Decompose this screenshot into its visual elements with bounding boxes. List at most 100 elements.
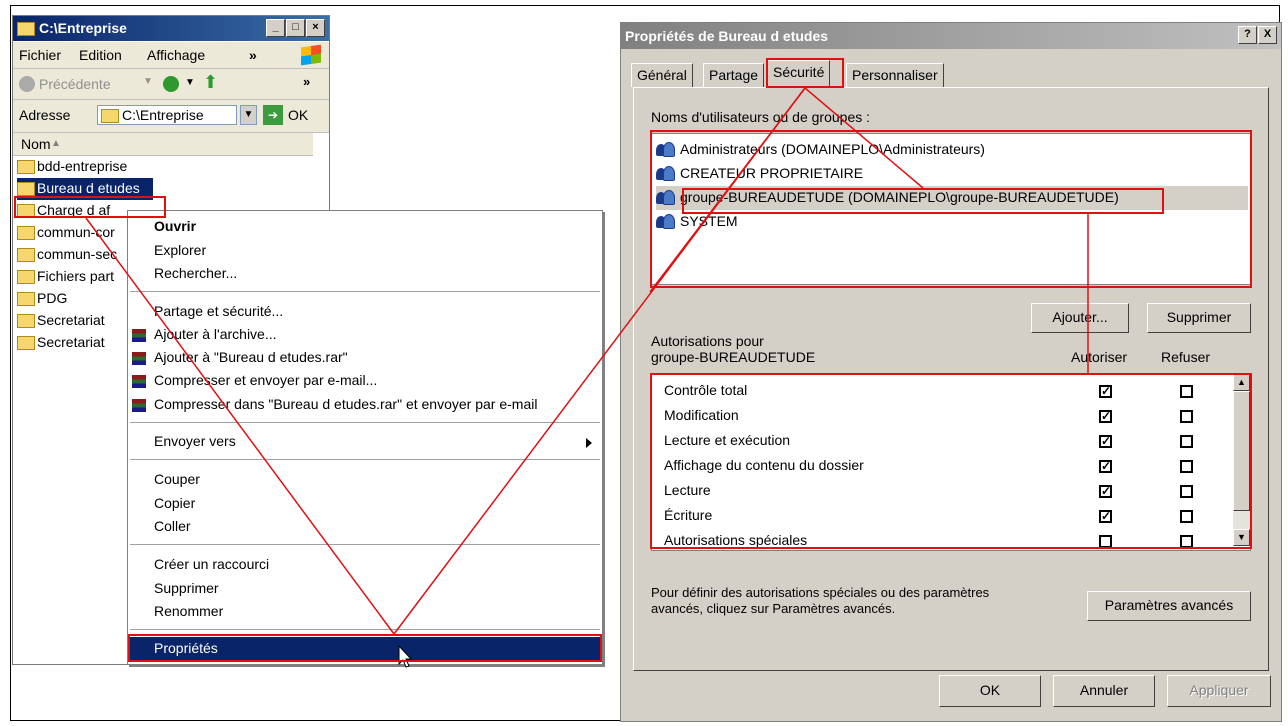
address-dropdown-icon[interactable]: ▼ bbox=[240, 105, 257, 125]
menu-item-send-to[interactable]: Envoyer vers bbox=[154, 433, 602, 455]
explorer-titlebar[interactable]: C:\Entreprise _ □ × bbox=[13, 16, 329, 41]
menu-item-properties[interactable]: Propriétés bbox=[129, 637, 601, 661]
tab-general[interactable]: Général bbox=[631, 63, 693, 87]
perms-for-label: Autorisations pour bbox=[651, 333, 764, 349]
deny-checkbox[interactable] bbox=[1180, 460, 1193, 473]
close-button[interactable]: × bbox=[306, 19, 325, 37]
address-input[interactable]: C:\Entreprise bbox=[97, 105, 237, 125]
permission-name: Lecture et exécution bbox=[664, 432, 791, 448]
forward-arrow-icon[interactable] bbox=[163, 76, 179, 92]
allow-checkbox[interactable]: ✓ bbox=[1099, 460, 1112, 473]
menu-item-compress-email[interactable]: Compresser et envoyer par e-mail... bbox=[132, 372, 377, 394]
folder-icon bbox=[17, 182, 35, 196]
menu-item-paste[interactable]: Coller bbox=[154, 518, 191, 540]
folder-icon bbox=[17, 270, 35, 284]
remove-button[interactable]: Supprimer bbox=[1147, 303, 1251, 333]
permissions-scrollbar[interactable]: ▲ ▼ bbox=[1233, 374, 1250, 546]
folder-icon bbox=[101, 109, 119, 123]
windows-logo-icon bbox=[301, 44, 321, 66]
context-menu: Ouvrir Explorer Rechercher... Partage et… bbox=[127, 210, 603, 665]
allow-checkbox[interactable]: ✓ bbox=[1099, 410, 1112, 423]
permission-name: Contrôle total bbox=[664, 382, 748, 398]
menu-item-add-rar[interactable]: Ajouter à "Bureau d etudes.rar" bbox=[132, 349, 348, 371]
allow-checkbox[interactable]: ✓ bbox=[1099, 385, 1112, 398]
add-button[interactable]: Ajouter... bbox=[1031, 303, 1129, 333]
menu-more-chevron[interactable]: » bbox=[249, 47, 257, 63]
advanced-settings-button[interactable]: Paramètres avancés bbox=[1087, 591, 1251, 621]
allow-checkbox[interactable] bbox=[1099, 535, 1112, 548]
close-button[interactable]: X bbox=[1258, 26, 1277, 44]
allow-checkbox[interactable]: ✓ bbox=[1099, 510, 1112, 523]
tab-security[interactable]: Sécurité bbox=[767, 60, 831, 88]
deny-checkbox[interactable] bbox=[1180, 485, 1193, 498]
menu-item-explore[interactable]: Explorer bbox=[154, 242, 206, 264]
list-item-user[interactable]: SYSTEM bbox=[656, 210, 1248, 234]
address-label: Adresse bbox=[19, 107, 71, 123]
column-header-name[interactable]: Nom ▲ bbox=[13, 133, 313, 156]
allow-checkbox[interactable]: ✓ bbox=[1099, 485, 1112, 498]
tab-customize[interactable]: Personnaliser bbox=[846, 63, 944, 87]
list-item-user[interactable]: CREATEUR PROPRIETAIRE bbox=[656, 162, 1248, 186]
user-group-icon bbox=[656, 165, 675, 181]
user-group-icon bbox=[656, 213, 675, 229]
folder-icon bbox=[17, 336, 35, 350]
ok-button[interactable]: OK bbox=[939, 675, 1041, 707]
folder-icon bbox=[17, 22, 35, 36]
tab-sharing[interactable]: Partage bbox=[703, 63, 765, 87]
menu-affichage[interactable]: Affichage bbox=[147, 47, 205, 63]
explorer-menubar: Fichier Edition Affichage » bbox=[13, 42, 329, 69]
menu-item-copy[interactable]: Copier bbox=[154, 495, 195, 517]
menu-item-compress-rar-email[interactable]: Compresser dans "Bureau d etudes.rar" et… bbox=[132, 396, 537, 418]
maximize-button[interactable]: □ bbox=[286, 19, 305, 37]
deny-checkbox[interactable] bbox=[1180, 435, 1193, 448]
list-item-user[interactable]: Administrateurs (DOMAINEPLO\Administrate… bbox=[656, 138, 1248, 162]
permission-row: Lecture et exécution ✓ bbox=[664, 432, 1230, 457]
help-button[interactable]: ? bbox=[1238, 26, 1257, 44]
menu-item-open[interactable]: Ouvrir bbox=[154, 218, 196, 240]
folder-icon bbox=[17, 204, 35, 218]
deny-checkbox[interactable] bbox=[1180, 385, 1193, 398]
menu-item-rename[interactable]: Renommer bbox=[154, 603, 223, 625]
menu-item-create-shortcut[interactable]: Créer un raccourci bbox=[154, 556, 269, 578]
menu-item-cut[interactable]: Couper bbox=[154, 471, 200, 493]
menu-fichier[interactable]: Fichier bbox=[19, 47, 61, 63]
list-item-user-selected[interactable]: groupe-BUREAUDETUDE (DOMAINEPLO\groupe-B… bbox=[656, 186, 1248, 210]
apply-button[interactable]: Appliquer bbox=[1167, 675, 1271, 707]
perms-for-group: groupe-BUREAUDETUDE bbox=[651, 349, 816, 365]
deny-column-label: Refuser bbox=[1161, 349, 1211, 365]
deny-checkbox[interactable] bbox=[1180, 410, 1193, 423]
submenu-arrow-icon bbox=[586, 438, 592, 448]
forward-dropdown-icon[interactable]: ▼ bbox=[185, 77, 195, 88]
folder-icon bbox=[17, 160, 35, 174]
cancel-button[interactable]: Annuler bbox=[1053, 675, 1155, 707]
menu-item-delete[interactable]: Supprimer bbox=[154, 580, 219, 602]
permission-name: Autorisations spéciales bbox=[664, 532, 808, 548]
scroll-down-icon[interactable]: ▼ bbox=[1233, 529, 1250, 546]
list-item-selected[interactable]: Bureau d etudes bbox=[17, 178, 153, 200]
scroll-thumb[interactable] bbox=[1233, 391, 1250, 511]
menu-separator bbox=[130, 291, 600, 293]
minimize-button[interactable]: _ bbox=[266, 19, 285, 37]
scroll-up-icon[interactable]: ▲ bbox=[1233, 374, 1250, 391]
menu-item-add-archive[interactable]: Ajouter à l'archive... bbox=[132, 326, 277, 348]
advanced-description-line1: Pour définir des autorisations spéciales… bbox=[651, 585, 990, 600]
dialog-titlebar[interactable]: Propriétés de Bureau d etudes ? X bbox=[621, 23, 1281, 49]
folder-up-icon[interactable]: ⬆ bbox=[203, 72, 218, 93]
deny-checkbox[interactable] bbox=[1180, 510, 1193, 523]
menu-item-sharing-security[interactable]: Partage et sécurité... bbox=[154, 303, 283, 325]
back-arrow-icon[interactable] bbox=[19, 76, 35, 92]
folder-icon bbox=[17, 226, 35, 240]
toolbar-more-chevron[interactable]: » bbox=[303, 74, 310, 89]
allow-checkbox[interactable]: ✓ bbox=[1099, 435, 1112, 448]
back-dropdown-icon[interactable]: ▼ bbox=[143, 76, 153, 87]
back-button-label[interactable]: Précédente bbox=[39, 76, 111, 92]
menu-edition[interactable]: Edition bbox=[79, 47, 122, 63]
menu-item-search[interactable]: Rechercher... bbox=[154, 265, 237, 287]
go-button-label[interactable]: OK bbox=[288, 107, 308, 123]
users-label: Noms d'utilisateurs ou de groupes : bbox=[651, 109, 871, 125]
advanced-description-line2: avancés, cliquez sur Paramètres avancés. bbox=[651, 601, 896, 616]
permission-name: Lecture bbox=[664, 482, 711, 498]
go-arrow-icon[interactable]: ➔ bbox=[263, 105, 283, 125]
deny-checkbox[interactable] bbox=[1180, 535, 1193, 548]
permissions-list: Contrôle total ✓ Modification ✓ Lecture et e… bbox=[651, 373, 1251, 551]
